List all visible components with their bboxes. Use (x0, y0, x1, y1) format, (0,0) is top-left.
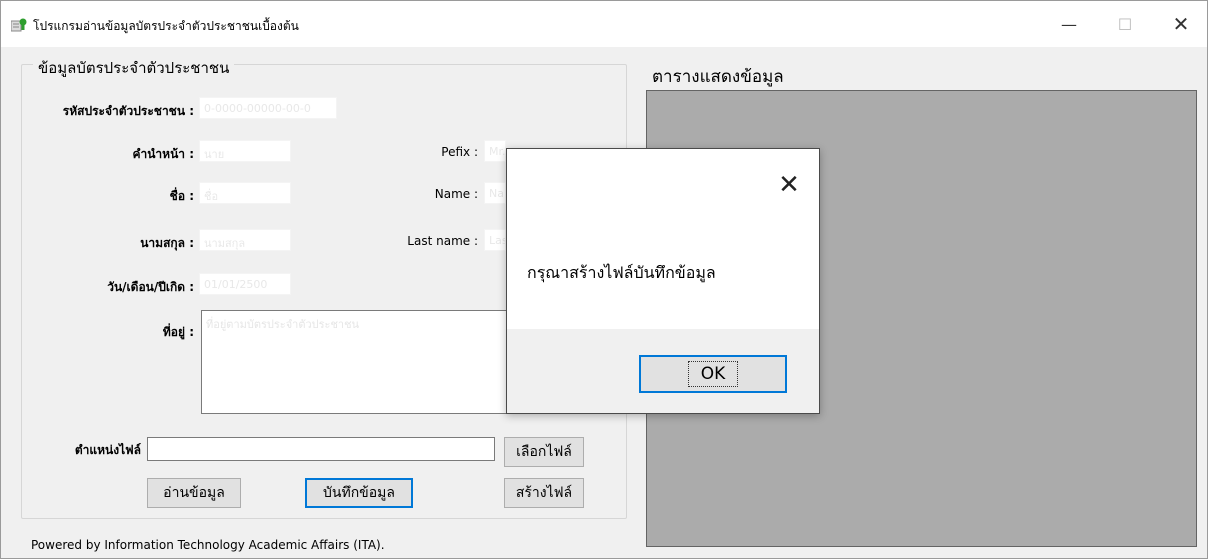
dialog-close-button[interactable]: ✕ (773, 169, 805, 201)
save-data-button[interactable]: บันทึกข้อมูล (305, 478, 413, 508)
create-file-button[interactable]: สร้างไฟล์ (504, 478, 584, 508)
close-button[interactable]: ✕ (1158, 1, 1204, 47)
lastname-th-label: นามสกุล : (140, 236, 194, 250)
minimize-icon: — (1061, 14, 1077, 34)
table-title: ตารางแสดงข้อมูล (652, 67, 784, 87)
groupbox-title: ข้อมูลบัตรประจำตัวประชาชน (33, 56, 235, 80)
dialog-footer: OK (507, 329, 819, 413)
name-en-field[interactable]: Name (484, 182, 506, 204)
maximize-icon: ☐ (1117, 14, 1133, 34)
close-icon: ✕ (778, 170, 800, 200)
name-en-label: Name : (434, 187, 478, 201)
name-th-label: ชื่อ : (169, 189, 194, 203)
read-data-button[interactable]: อ่านข้อมูล (147, 478, 241, 508)
address-textarea[interactable]: ที่อยู่ตามบัตรประจำตัวประชาชน (201, 310, 511, 414)
lastname-en-label: Last name : (407, 234, 478, 248)
birthdate-field[interactable]: 01/01/2500 (199, 273, 291, 295)
dialog-message: กรุณาสร้างไฟล์บันทึกข้อมูล (527, 263, 716, 282)
minimize-button[interactable]: — (1046, 1, 1092, 47)
window-title: โปรแกรมอ่านข้อมูลบัตรประจำตัวประชาชนเบื้… (33, 19, 299, 33)
lastname-en-field[interactable]: Lastname (484, 229, 506, 251)
prefix-th-label: คำนำหน้า : (132, 147, 194, 161)
birthdate-label: วัน/เดือน/ปีเกิด : (107, 280, 194, 294)
citizen-id-label: รหัสประจำตัวประชาชน : (62, 104, 194, 118)
maximize-button[interactable]: ☐ (1102, 1, 1148, 47)
filepath-input[interactable] (147, 437, 495, 461)
app-window: โปรแกรมอ่านข้อมูลบัตรประจำตัวประชาชนเบื้… (0, 0, 1208, 559)
prefix-th-field[interactable]: นาย (199, 140, 291, 162)
address-label: ที่อยู่ : (162, 325, 194, 339)
lastname-th-field[interactable]: นามสกุล (199, 229, 291, 251)
title-bar: โปรแกรมอ่านข้อมูลบัตรประจำตัวประชาชนเบื้… (1, 1, 1207, 47)
prefix-en-label: Pefix : (441, 145, 478, 159)
citizen-id-field[interactable]: 0-0000-00000-00-0 (199, 97, 337, 119)
prefix-en-field[interactable]: Mr. (484, 140, 506, 162)
message-dialog: ✕ กรุณาสร้างไฟล์บันทึกข้อมูล OK (506, 148, 820, 414)
name-th-field[interactable]: ชื่อ (199, 182, 291, 204)
ok-button-label: OK (687, 361, 739, 387)
app-icon (10, 17, 27, 32)
close-icon: ✕ (1172, 12, 1190, 36)
ok-button[interactable]: OK (639, 355, 787, 393)
filepath-label: ตำแหน่งไฟล์ (74, 443, 141, 457)
footer-credit: Powered by Information Technology Academ… (31, 538, 385, 552)
choose-file-button[interactable]: เลือกไฟล์ (504, 437, 584, 467)
